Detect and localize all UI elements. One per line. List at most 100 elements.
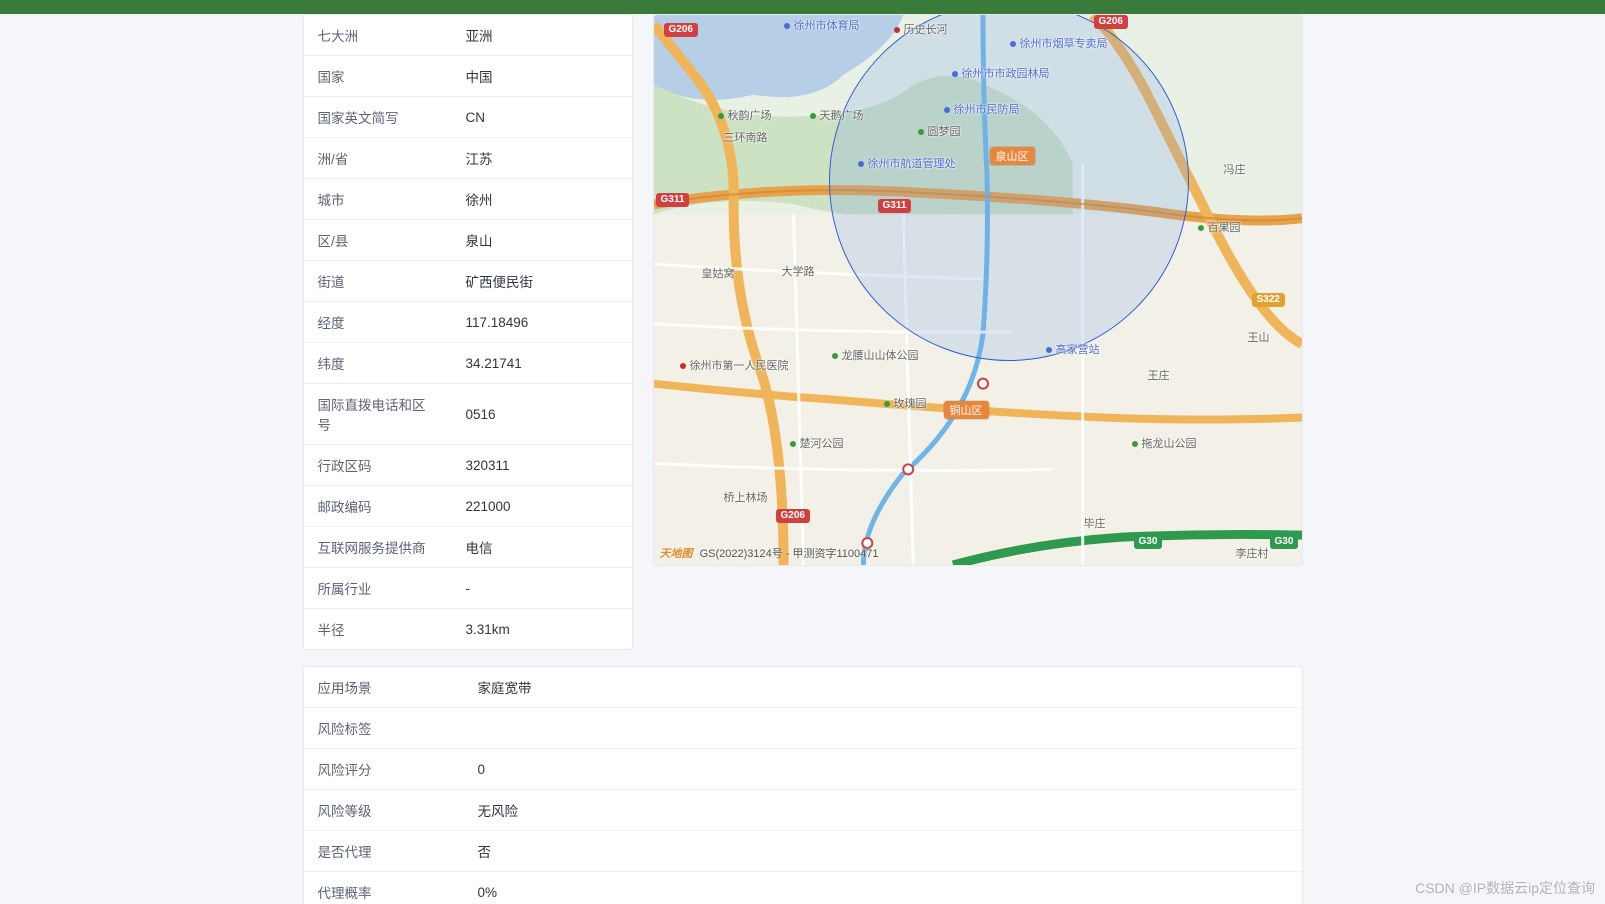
poi-dot-icon bbox=[884, 401, 890, 407]
map-poi-label[interactable]: 徐州市市政园林局 bbox=[952, 65, 1050, 81]
ipinfo-row: 国家中国 bbox=[304, 56, 632, 97]
risk-value: 否 bbox=[464, 831, 1302, 872]
map-attribution-text: GS(2022)3124号 - 甲测资字1100471 bbox=[700, 548, 879, 560]
map-poi-label[interactable]: 历史长河 bbox=[894, 21, 948, 37]
ip-info-card: 七大洲亚洲国家中国国家英文简写CN洲/省江苏城市徐州区/县泉山街道矿西便民街经度… bbox=[303, 14, 633, 650]
map-poi-label[interactable]: 圆梦园 bbox=[918, 123, 961, 139]
ipinfo-row: 行政区码320311 bbox=[304, 445, 632, 486]
map-poi-label[interactable]: 李庄村 bbox=[1236, 545, 1269, 561]
map-route-badge: G206 bbox=[776, 509, 810, 523]
poi-dot-icon bbox=[832, 353, 838, 359]
poi-dot-icon bbox=[952, 71, 958, 77]
risk-key: 应用场景 bbox=[304, 667, 464, 708]
risk-row: 风险标签 bbox=[304, 708, 1302, 749]
poi-dot-icon bbox=[718, 113, 724, 119]
ipinfo-value: 117.18496 bbox=[452, 302, 632, 343]
ipinfo-key: 国家 bbox=[304, 56, 452, 97]
map-poi-label[interactable]: 楚河公园 bbox=[790, 435, 844, 451]
map-route-badge: G30 bbox=[1270, 535, 1299, 549]
poi-dot-icon bbox=[784, 23, 790, 29]
ipinfo-value: 电信 bbox=[452, 527, 632, 568]
poi-dot-icon bbox=[1132, 441, 1138, 447]
map-poi-label[interactable]: 王庄 bbox=[1148, 367, 1170, 383]
map-district-badge[interactable]: 泉山区 bbox=[990, 147, 1035, 165]
ipinfo-row: 城市徐州 bbox=[304, 179, 632, 220]
map-poi-label[interactable]: 徐州市体育局 bbox=[784, 17, 860, 33]
poi-dot-icon bbox=[858, 161, 864, 167]
ipinfo-value: 221000 bbox=[452, 486, 632, 527]
map-poi-label[interactable]: 桥上林场 bbox=[724, 489, 768, 505]
map-poi-label[interactable]: 徐州市航道管理处 bbox=[858, 155, 956, 171]
ipinfo-row: 纬度34.21741 bbox=[304, 343, 632, 384]
poi-dot-icon bbox=[894, 27, 900, 33]
map-poi-label[interactable]: 龙腰山山体公园 bbox=[832, 347, 919, 363]
map-poi-label[interactable]: 徐州市民防局 bbox=[944, 101, 1020, 117]
ipinfo-row: 所属行业- bbox=[304, 568, 632, 609]
ipinfo-row: 互联网服务提供商电信 bbox=[304, 527, 632, 568]
ipinfo-value: 中国 bbox=[452, 56, 632, 97]
risk-key: 风险等级 bbox=[304, 790, 464, 831]
browser-top-accent bbox=[0, 0, 1605, 14]
ipinfo-value: 亚洲 bbox=[452, 15, 632, 56]
map-route-badge: G30 bbox=[1134, 535, 1163, 549]
map-poi-label[interactable]: 百果园 bbox=[1198, 219, 1241, 235]
ipinfo-row: 区/县泉山 bbox=[304, 220, 632, 261]
content-wrapper: 七大洲亚洲国家中国国家英文简写CN洲/省江苏城市徐州区/县泉山街道矿西便民街经度… bbox=[303, 14, 1303, 904]
poi-dot-icon bbox=[918, 129, 924, 135]
ipinfo-key: 区/县 bbox=[304, 220, 452, 261]
ipinfo-key: 半径 bbox=[304, 609, 452, 650]
ipinfo-key: 国家英文简写 bbox=[304, 97, 452, 138]
page: 七大洲亚洲国家中国国家英文简写CN洲/省江苏城市徐州区/县泉山街道矿西便民街经度… bbox=[0, 14, 1605, 904]
map-poi-label[interactable]: 拖龙山公园 bbox=[1132, 435, 1197, 451]
ipinfo-row: 国际直拨电话和区号0516 bbox=[304, 384, 632, 445]
map-poi-label[interactable]: 秋韵广场 bbox=[718, 107, 772, 123]
ipinfo-value: 3.31km bbox=[452, 609, 632, 650]
risk-value: 0% bbox=[464, 872, 1302, 904]
risk-key: 风险评分 bbox=[304, 749, 464, 790]
ipinfo-key: 街道 bbox=[304, 261, 452, 302]
poi-dot-icon bbox=[1046, 347, 1052, 353]
ipinfo-row: 经度117.18496 bbox=[304, 302, 632, 343]
risk-key: 是否代理 bbox=[304, 831, 464, 872]
map-poi-label[interactable]: 王山 bbox=[1248, 329, 1270, 345]
poi-dot-icon bbox=[790, 441, 796, 447]
map-poi-label[interactable]: 皇姑窝 bbox=[702, 265, 735, 281]
ipinfo-key: 邮政编码 bbox=[304, 486, 452, 527]
ipinfo-value: 0516 bbox=[452, 384, 632, 445]
map-route-badge: G206 bbox=[1094, 15, 1128, 29]
map-poi-label[interactable]: 三环南路 bbox=[724, 129, 768, 145]
ipinfo-row: 洲/省江苏 bbox=[304, 138, 632, 179]
ipinfo-key: 行政区码 bbox=[304, 445, 452, 486]
map-poi-label[interactable]: 大学路 bbox=[782, 263, 815, 279]
ipinfo-row: 七大洲亚洲 bbox=[304, 15, 632, 56]
map-poi-label[interactable]: 冯庄 bbox=[1224, 161, 1246, 177]
map-route-badge: S322 bbox=[1252, 293, 1285, 307]
ipinfo-key: 城市 bbox=[304, 179, 452, 220]
risk-key: 风险标签 bbox=[304, 708, 464, 749]
map-poi-label[interactable]: 天鹅广场 bbox=[810, 107, 864, 123]
ipinfo-value: CN bbox=[452, 97, 632, 138]
risk-value: 0 bbox=[464, 749, 1302, 790]
map-poi-label[interactable]: 徐州市第一人民医院 bbox=[680, 357, 789, 373]
ipinfo-value: - bbox=[452, 568, 632, 609]
map-route-badge: G206 bbox=[664, 23, 698, 37]
ipinfo-key: 洲/省 bbox=[304, 138, 452, 179]
map-panel[interactable]: 泉山区铜山区 G206G206G206G311G311G30G30S322 徐州… bbox=[653, 14, 1303, 566]
ipinfo-value: 泉山 bbox=[452, 220, 632, 261]
risk-row: 是否代理否 bbox=[304, 831, 1302, 872]
risk-key: 代理概率 bbox=[304, 872, 464, 904]
risk-card: 应用场景家庭宽带风险标签风险评分0风险等级无风险是否代理否代理概率0% bbox=[303, 666, 1303, 904]
map-poi-label[interactable]: 毕庄 bbox=[1084, 515, 1106, 531]
map-poi-label[interactable]: 玫瑰园 bbox=[884, 395, 927, 411]
map-poi-label[interactable]: 高家营站 bbox=[1046, 341, 1100, 357]
poi-dot-icon bbox=[944, 107, 950, 113]
map-route-badge: G311 bbox=[656, 193, 690, 207]
ipinfo-key: 国际直拨电话和区号 bbox=[304, 384, 452, 445]
risk-row: 代理概率0% bbox=[304, 872, 1302, 904]
map-poi-label[interactable]: 徐州市烟草专卖局 bbox=[1010, 35, 1108, 51]
poi-dot-icon bbox=[1198, 225, 1204, 231]
risk-value: 无风险 bbox=[464, 790, 1302, 831]
ipinfo-key: 七大洲 bbox=[304, 15, 452, 56]
map-district-badge[interactable]: 铜山区 bbox=[944, 401, 989, 419]
risk-row: 风险等级无风险 bbox=[304, 790, 1302, 831]
